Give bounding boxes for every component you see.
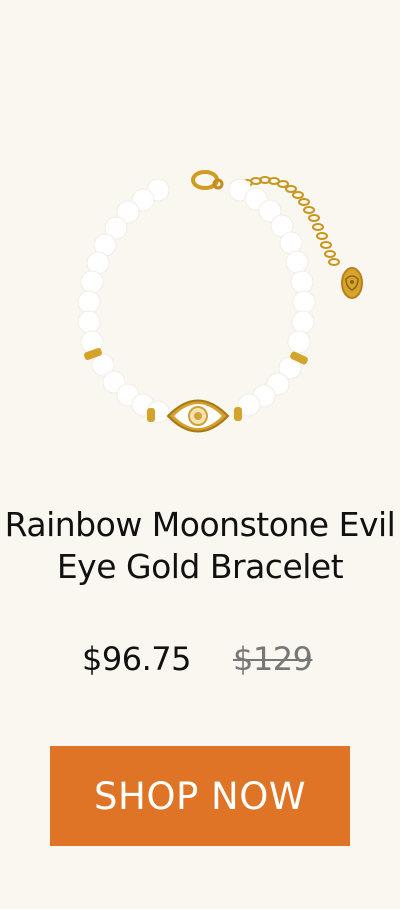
moonstone-beads bbox=[77, 178, 316, 424]
product-title[interactable]: Rainbow Moonstone Evil Eye Gold Bracelet bbox=[0, 504, 400, 588]
clasp-icon bbox=[191, 170, 224, 190]
shop-now-button[interactable]: SHOP NOW bbox=[50, 746, 350, 846]
product-title-line-1: Rainbow Moonstone Evil bbox=[4, 505, 396, 544]
hamsa-charm-icon bbox=[341, 267, 363, 299]
product-title-line-2: Eye Gold Bracelet bbox=[56, 547, 344, 586]
price-row: $96.75 $129 bbox=[0, 640, 400, 686]
original-price: $129 bbox=[233, 640, 313, 678]
current-price: $96.75 bbox=[82, 640, 191, 678]
product-image[interactable] bbox=[50, 150, 370, 450]
evil-eye-charm-icon bbox=[166, 399, 230, 433]
